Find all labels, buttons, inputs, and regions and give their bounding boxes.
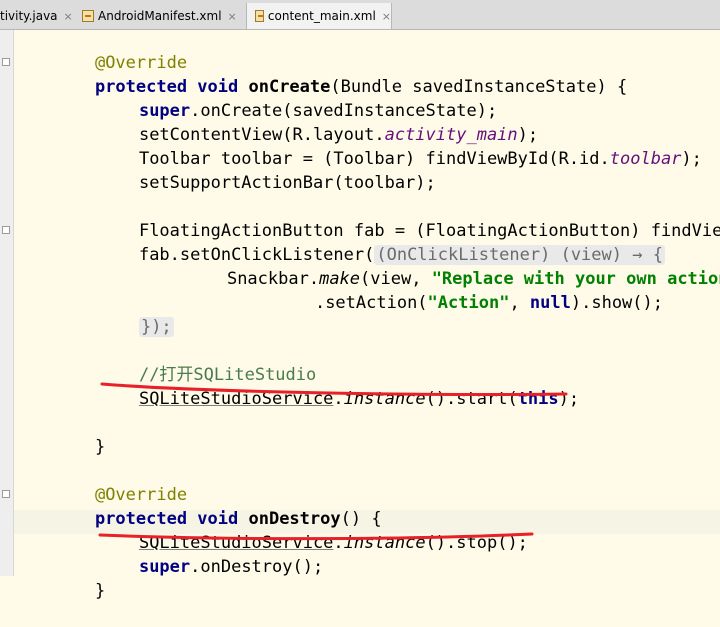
tab-label: content_main.xml	[267, 9, 376, 23]
red-underline-stop	[98, 532, 534, 541]
xml-file-icon	[255, 10, 264, 22]
editor-tab-bar: tivity.java × AndroidManifest.xml × cont…	[0, 0, 720, 30]
xml-file-icon	[82, 10, 94, 22]
tab-label: AndroidManifest.xml	[98, 9, 222, 23]
tab-content-main-xml[interactable]: content_main.xml ×	[246, 3, 392, 29]
red-underline-start	[100, 382, 568, 397]
close-tab-icon[interactable]: ×	[64, 10, 73, 23]
tab-androidmanifest-xml[interactable]: AndroidManifest.xml ×	[82, 3, 242, 29]
close-tab-icon[interactable]: ×	[228, 10, 237, 23]
code-editor[interactable]: @Override protected void onCreate(Bundle…	[0, 30, 720, 601]
tab-label: tivity.java	[0, 9, 58, 23]
tab-mainactivity-java[interactable]: tivity.java ×	[0, 3, 76, 29]
red-annotation-underlines	[98, 382, 568, 541]
close-tab-icon[interactable]: ×	[382, 10, 391, 23]
